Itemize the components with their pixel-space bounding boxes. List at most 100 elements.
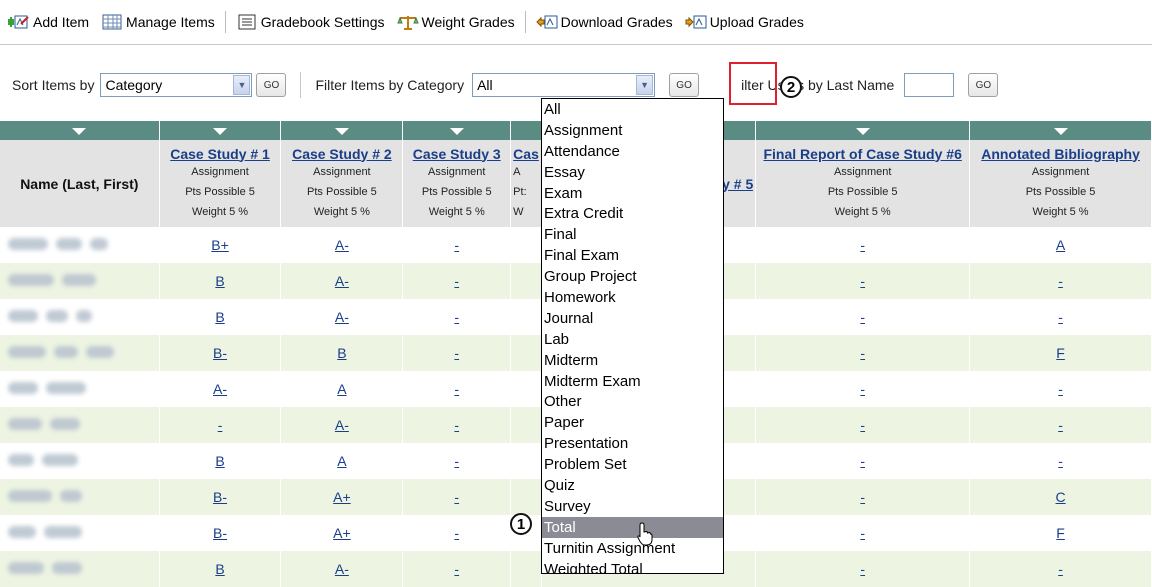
grade-link[interactable]: - [1058, 561, 1063, 577]
dropdown-option[interactable]: Attendance [542, 141, 723, 162]
grade-link[interactable]: - [454, 453, 459, 469]
grade-link[interactable]: - [860, 417, 865, 433]
grade-link[interactable]: B- [213, 345, 227, 361]
dropdown-option[interactable]: Group Project [542, 266, 723, 287]
grade-link[interactable]: B- [213, 489, 227, 505]
student-name-cell[interactable] [0, 443, 160, 479]
download-grades-button[interactable]: Download Grades [535, 14, 673, 30]
dropdown-option[interactable]: Other [542, 391, 723, 412]
dropdown-option[interactable]: Quiz [542, 475, 723, 496]
dropdown-option[interactable]: Survey [542, 496, 723, 517]
student-name-cell[interactable] [0, 515, 160, 551]
column-title-link[interactable]: Final Report of Case Study #6 [758, 146, 967, 162]
student-name-cell[interactable] [0, 227, 160, 263]
grade-link[interactable]: B [215, 273, 224, 289]
dropdown-option[interactable]: Paper [542, 412, 723, 433]
grade-link[interactable]: - [860, 237, 865, 253]
grade-link[interactable]: - [1058, 417, 1063, 433]
gradebook-settings-button[interactable]: Gradebook Settings [236, 14, 385, 30]
column-title-link[interactable]: Cas [513, 146, 539, 162]
grade-link[interactable]: A [337, 381, 346, 397]
grade-link[interactable]: - [454, 345, 459, 361]
dropdown-option[interactable]: Turnitin Assignment [542, 538, 723, 559]
dropdown-option[interactable]: Homework [542, 287, 723, 308]
grade-link[interactable]: C [1056, 489, 1066, 505]
dropdown-option[interactable]: Journal [542, 308, 723, 329]
student-name-cell[interactable] [0, 407, 160, 443]
grade-link[interactable]: - [860, 561, 865, 577]
grade-link[interactable]: - [454, 417, 459, 433]
dropdown-option[interactable]: Total [542, 516, 723, 538]
grade-link[interactable]: - [454, 237, 459, 253]
dropdown-option[interactable]: Essay [542, 162, 723, 183]
dropdown-option[interactable]: Extra Credit [542, 203, 723, 224]
grade-link[interactable]: B [337, 345, 346, 361]
grade-link[interactable]: F [1056, 345, 1065, 361]
student-name-cell[interactable] [0, 551, 160, 587]
sort-go-button[interactable]: GO [256, 73, 287, 97]
dropdown-option[interactable]: Assignment [542, 120, 723, 141]
grade-link[interactable]: A- [335, 417, 349, 433]
dropdown-option[interactable]: Midterm Exam [542, 371, 723, 392]
upload-grades-button[interactable]: Upload Grades [685, 14, 804, 30]
grade-link[interactable]: A [1056, 237, 1065, 253]
filter-category-select[interactable]: All ▼ [472, 73, 656, 97]
dropdown-option[interactable]: Problem Set [542, 454, 723, 475]
grade-link[interactable]: F [1056, 525, 1065, 541]
grade-link[interactable]: A- [335, 273, 349, 289]
grade-link[interactable]: - [860, 453, 865, 469]
sort-arrow[interactable] [159, 121, 282, 140]
grade-link[interactable]: - [860, 525, 865, 541]
grade-link[interactable]: A- [213, 381, 227, 397]
dropdown-option[interactable]: Midterm [542, 350, 723, 371]
dropdown-option[interactable]: Presentation [542, 433, 723, 454]
grade-link[interactable]: - [454, 309, 459, 325]
grade-link[interactable]: - [860, 381, 865, 397]
grade-link[interactable]: A+ [333, 525, 351, 541]
grade-link[interactable]: A [337, 453, 346, 469]
grade-link[interactable]: - [860, 309, 865, 325]
sort-arrow[interactable] [510, 121, 542, 140]
grade-link[interactable]: - [454, 489, 459, 505]
student-name-cell[interactable] [0, 299, 160, 335]
grade-link[interactable]: A- [335, 237, 349, 253]
dropdown-option[interactable]: All [542, 99, 723, 120]
grade-link[interactable]: B [215, 561, 224, 577]
column-title-link[interactable]: Case Study # 1 [162, 146, 279, 162]
add-item-button[interactable]: Add Item [8, 14, 89, 30]
student-name-cell[interactable] [0, 335, 160, 371]
grade-link[interactable]: B [215, 309, 224, 325]
grade-link[interactable]: - [860, 489, 865, 505]
sort-arrow[interactable] [755, 121, 971, 140]
dropdown-option[interactable]: Exam [542, 183, 723, 204]
dropdown-option[interactable]: Final Exam [542, 245, 723, 266]
grade-link[interactable]: B+ [211, 237, 229, 253]
grade-link[interactable]: - [454, 273, 459, 289]
sort-items-select[interactable]: Category ▼ [100, 73, 253, 97]
grade-link[interactable]: - [1058, 453, 1063, 469]
sort-arrow[interactable] [0, 121, 160, 140]
student-name-cell[interactable] [0, 479, 160, 515]
sort-arrow[interactable] [280, 121, 404, 140]
weight-grades-button[interactable]: Weight Grades [396, 14, 515, 30]
dropdown-option[interactable]: Lab [542, 329, 723, 350]
sort-arrow[interactable] [969, 121, 1152, 140]
category-dropdown-list[interactable]: All Assignment Attendance Essay Exam Extra Cr… [541, 98, 724, 574]
grade-link[interactable]: - [860, 345, 865, 361]
grade-link[interactable]: - [860, 273, 865, 289]
grade-link[interactable]: - [454, 381, 459, 397]
filter-category-go-button[interactable]: GO [669, 73, 700, 97]
manage-items-button[interactable]: Manage Items [101, 14, 215, 30]
grade-link[interactable]: B [215, 453, 224, 469]
sort-arrow[interactable] [402, 121, 512, 140]
student-name-cell[interactable] [0, 371, 160, 407]
column-title-link[interactable]: Annotated Bibliography [972, 146, 1149, 162]
dropdown-option[interactable]: Weighted Total [542, 559, 723, 573]
column-title-link[interactable]: Case Study # 2 [283, 146, 400, 162]
grade-link[interactable]: - [1058, 381, 1063, 397]
filter-users-go-button[interactable]: GO [968, 73, 999, 97]
grade-link[interactable]: - [454, 525, 459, 541]
grade-link[interactable]: - [454, 561, 459, 577]
last-name-input[interactable] [904, 73, 955, 97]
student-name-cell[interactable] [0, 263, 160, 299]
